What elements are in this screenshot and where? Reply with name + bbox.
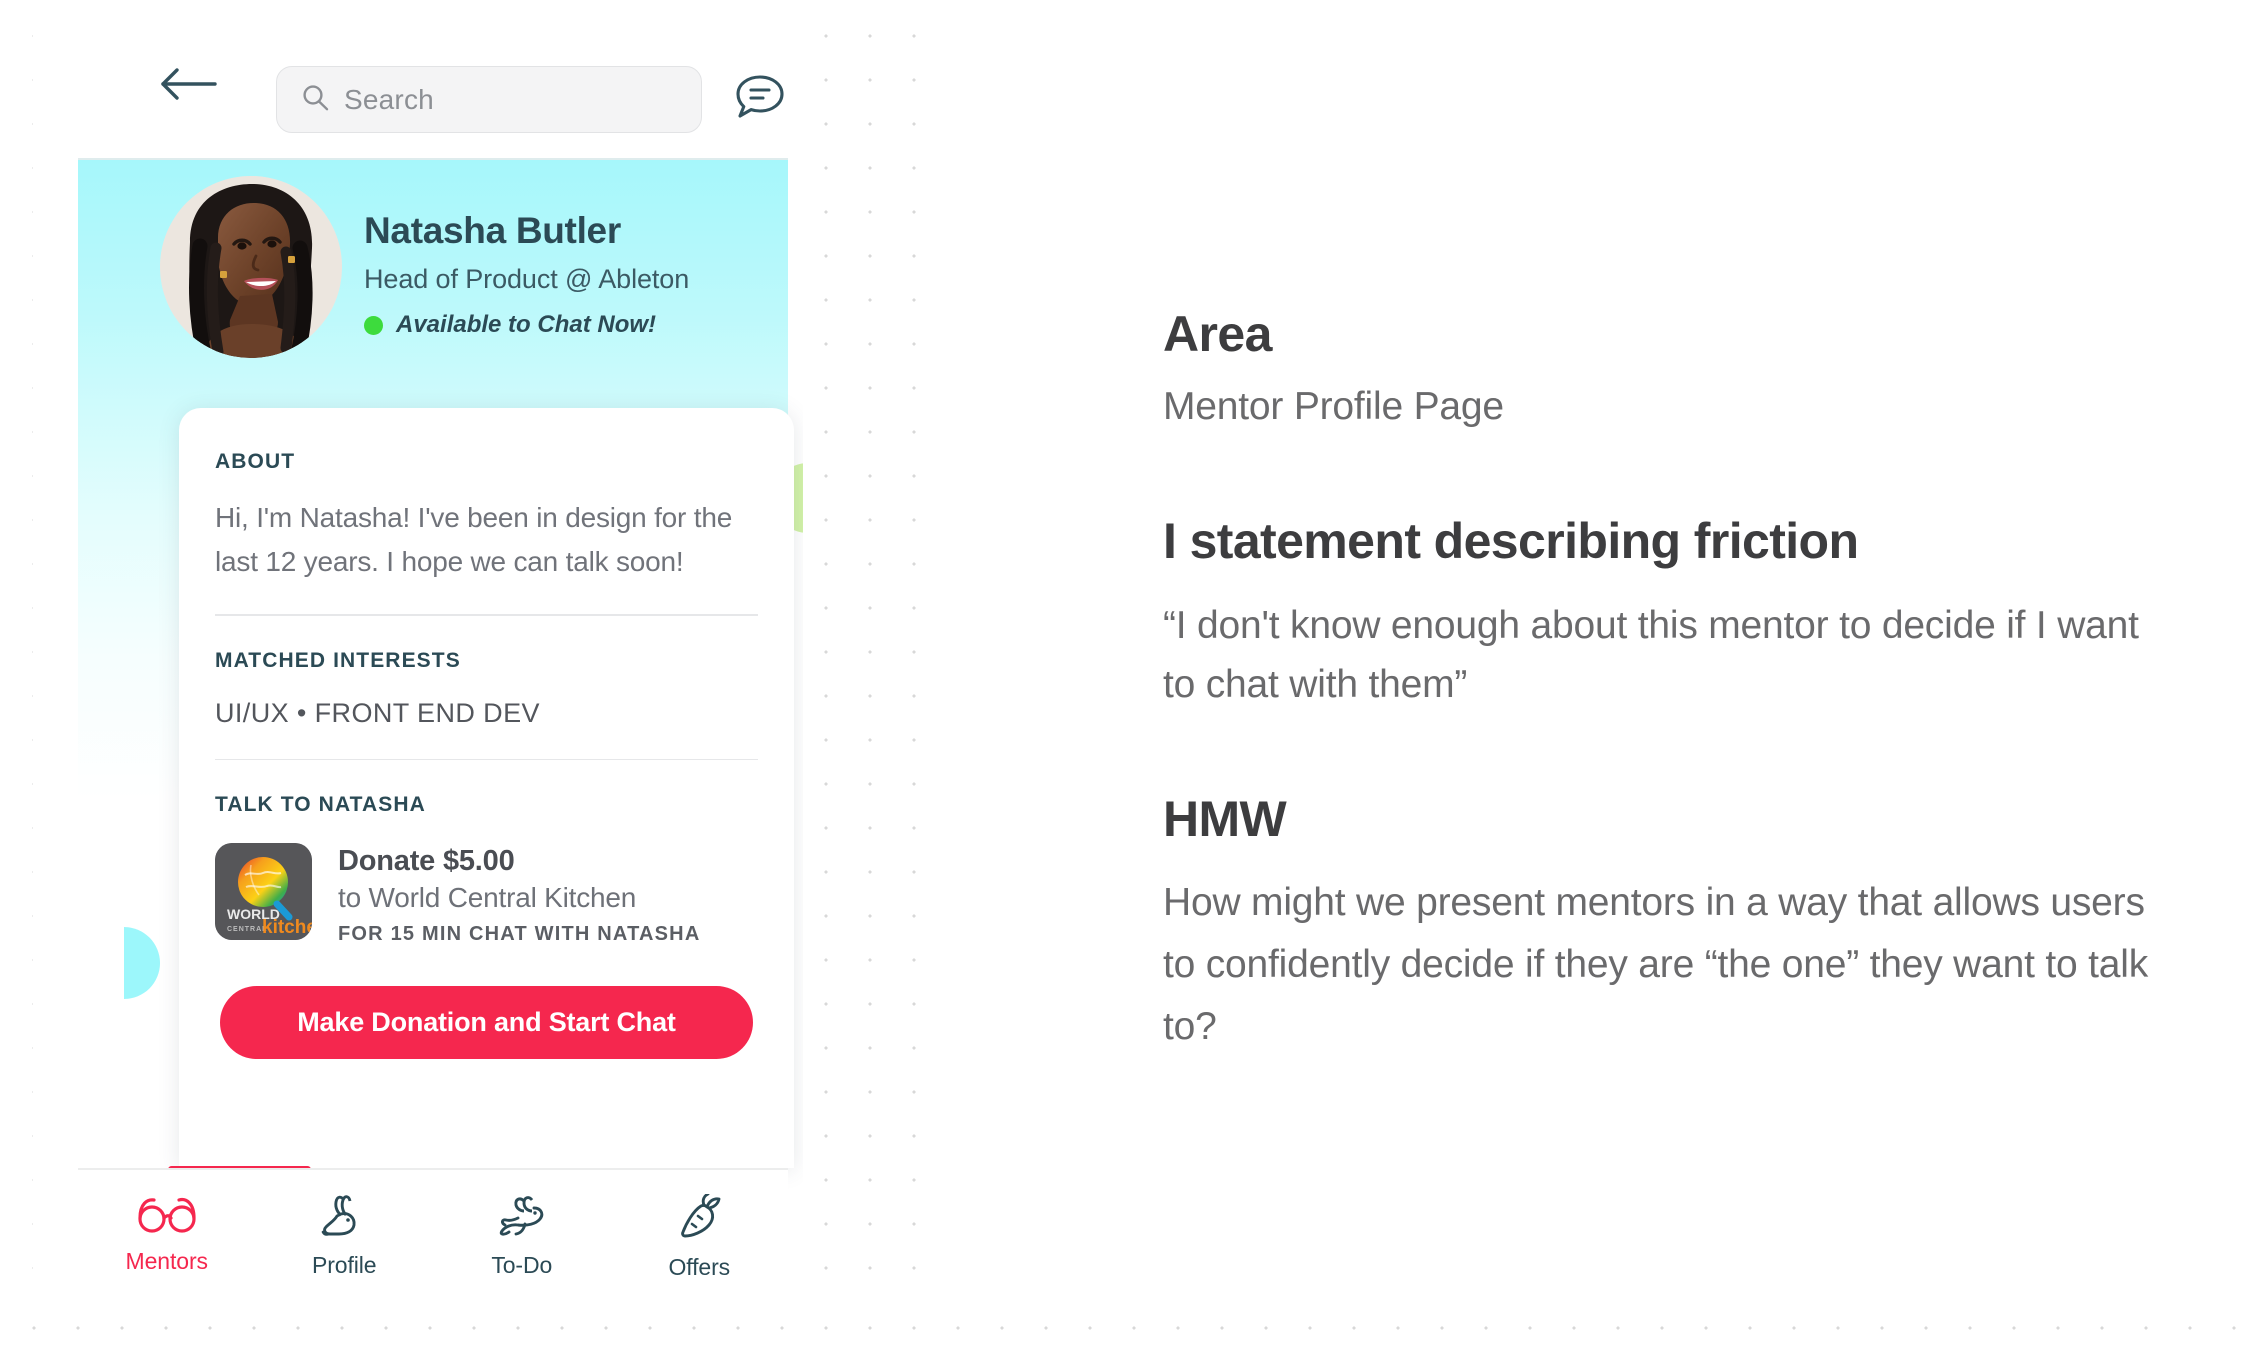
nav-item-offers[interactable]: Offers: [611, 1170, 789, 1320]
nav-label-profile: Profile: [312, 1252, 377, 1278]
search-input[interactable]: Search: [276, 66, 702, 133]
donation-amount: Donate $5.00: [338, 845, 515, 877]
make-donation-and-start-chat-button[interactable]: Make Donation and Start Chat: [220, 986, 753, 1059]
donation-organization: to World Central Kitchen: [338, 882, 637, 913]
nav-label-mentors: Mentors: [125, 1248, 208, 1274]
back-arrow-icon[interactable]: [159, 64, 217, 104]
svg-text:kitchen: kitchen: [262, 917, 312, 938]
status-dot-icon: [364, 315, 383, 335]
hmw-body: How might we present mentors in a way th…: [1163, 881, 2149, 1048]
donation-note: FOR 15 MIN CHAT WITH NATASHA: [338, 923, 701, 945]
matched-interests-value: UI/UX • FRONT END DEV: [215, 697, 540, 728]
area-body: Mentor Profile Page: [1163, 385, 1504, 428]
hmw-heading: HMW: [1163, 791, 1287, 847]
bottom-navigation: Mentors Profile To-Do Offers: [78, 1168, 788, 1320]
area-heading: Area: [1163, 306, 1272, 362]
glasses-icon: [135, 1194, 199, 1239]
search-icon: [302, 84, 329, 116]
world-central-kitchen-logo: WORLD CENTRAL kitchen: [215, 843, 312, 940]
about-section-label: ABOUT: [215, 450, 296, 473]
decorative-blob-cyan: [124, 927, 160, 999]
profile-detail-card: ABOUT Hi, I'm Natasha! I've been in desi…: [179, 408, 794, 1168]
annotation-panel: Area Mentor Profile Page I statement des…: [1163, 0, 2203, 1362]
nav-label-offers: Offers: [668, 1254, 731, 1280]
phone-mockup: Search Natasha Butler Head of Product @ …: [33, 8, 803, 1320]
divider: [215, 758, 758, 760]
divider: [215, 614, 758, 616]
donation-option[interactable]: WORLD CENTRAL kitchen Donate $5.00 to Wo…: [215, 843, 758, 946]
rabbit-hopping-icon: [491, 1194, 553, 1243]
nav-label-todo: To-Do: [491, 1252, 553, 1278]
availability-badge: Available to Chat Now!: [364, 311, 656, 339]
matched-interests-label: MATCHED INTERESTS: [215, 648, 461, 672]
nav-item-profile[interactable]: Profile: [256, 1170, 434, 1320]
friction-statement-body: “I don't know enough about this mentor t…: [1163, 604, 2139, 706]
about-text: Hi, I'm Natasha! I've been in design for…: [215, 502, 733, 577]
nav-item-todo[interactable]: To-Do: [433, 1170, 611, 1320]
mentor-name: Natasha Butler: [364, 210, 621, 251]
friction-statement-heading: I statement describing friction: [1163, 513, 1859, 569]
nav-item-mentors[interactable]: Mentors: [78, 1170, 256, 1320]
screenshot-root: Search Natasha Butler Head of Product @ …: [0, 0, 2242, 1362]
rabbit-sitting-icon: [317, 1194, 371, 1243]
search-placeholder-text: Search: [344, 83, 434, 115]
mentor-role: Head of Product @ Ableton: [364, 264, 690, 294]
chat-bubble-icon[interactable]: [733, 71, 787, 125]
availability-label: Available to Chat Now!: [396, 311, 657, 338]
carrot-icon: [674, 1192, 724, 1245]
talk-to-mentor-label: TALK TO NATASHA: [215, 793, 426, 816]
avatar: [160, 176, 342, 358]
